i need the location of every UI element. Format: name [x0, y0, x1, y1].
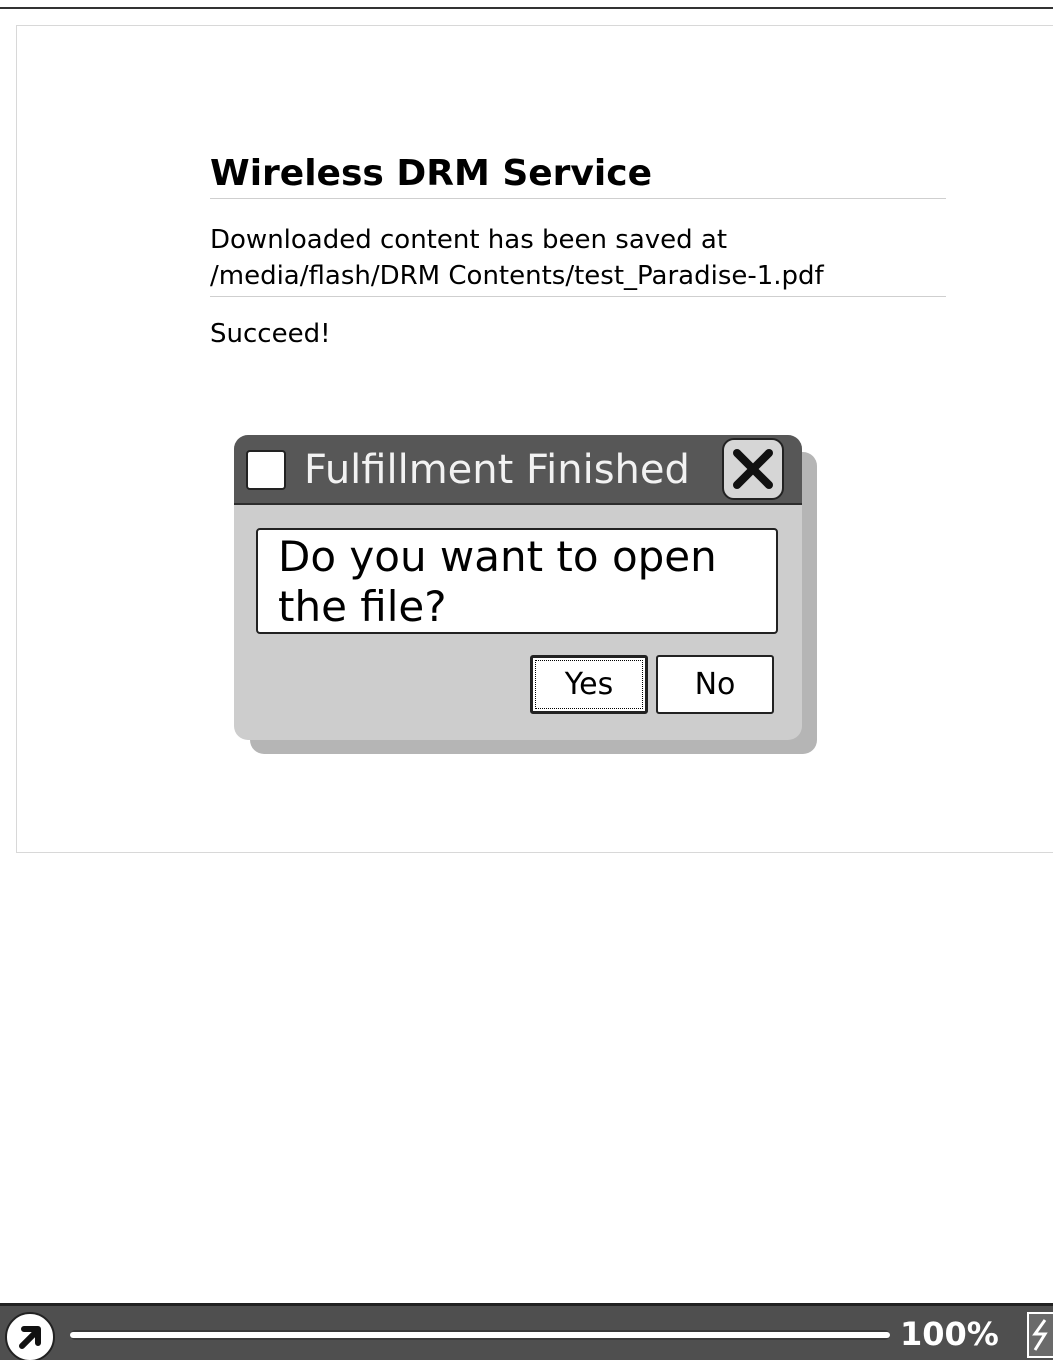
page-title: Wireless DRM Service — [210, 153, 652, 194]
message-divider — [210, 296, 946, 297]
screen: Wireless DRM Service Downloaded content … — [0, 0, 1053, 1360]
saved-message-line-1: Downloaded content has been saved at — [210, 225, 728, 255]
dialog-close-button[interactable] — [722, 438, 784, 500]
close-x-icon — [733, 449, 773, 489]
dialog-checkbox[interactable] — [246, 450, 286, 490]
fulfillment-dialog: Fulfillment Finished Do you want to open… — [234, 435, 802, 740]
progress-percent: 100% — [900, 1315, 999, 1353]
home-button[interactable] — [5, 1312, 55, 1360]
title-divider — [210, 198, 946, 199]
dialog-title: Fulfillment Finished — [304, 447, 690, 493]
status-text: Succeed! — [210, 319, 331, 349]
page-progress-bar[interactable] — [70, 1330, 890, 1340]
dialog-message-line-1: Do you want to open — [278, 532, 717, 581]
dialog-titlebar: Fulfillment Finished — [234, 435, 802, 505]
no-button[interactable]: No — [656, 655, 774, 714]
page-progress-fill — [70, 1332, 890, 1338]
battery-charging-icon — [1027, 1312, 1053, 1358]
yes-button[interactable]: Yes — [530, 655, 648, 714]
arrow-up-right-icon — [19, 1326, 41, 1349]
status-bar: 100% — [0, 1303, 1053, 1360]
dialog-message-line-2: the file? — [278, 582, 447, 631]
top-divider — [0, 7, 1053, 9]
saved-message: Downloaded content has been saved at /me… — [210, 222, 824, 294]
saved-message-line-2: /media/flash/DRM Contents/test_Paradise-… — [210, 261, 824, 291]
dialog-message-box: Do you want to open the file? — [256, 528, 778, 634]
